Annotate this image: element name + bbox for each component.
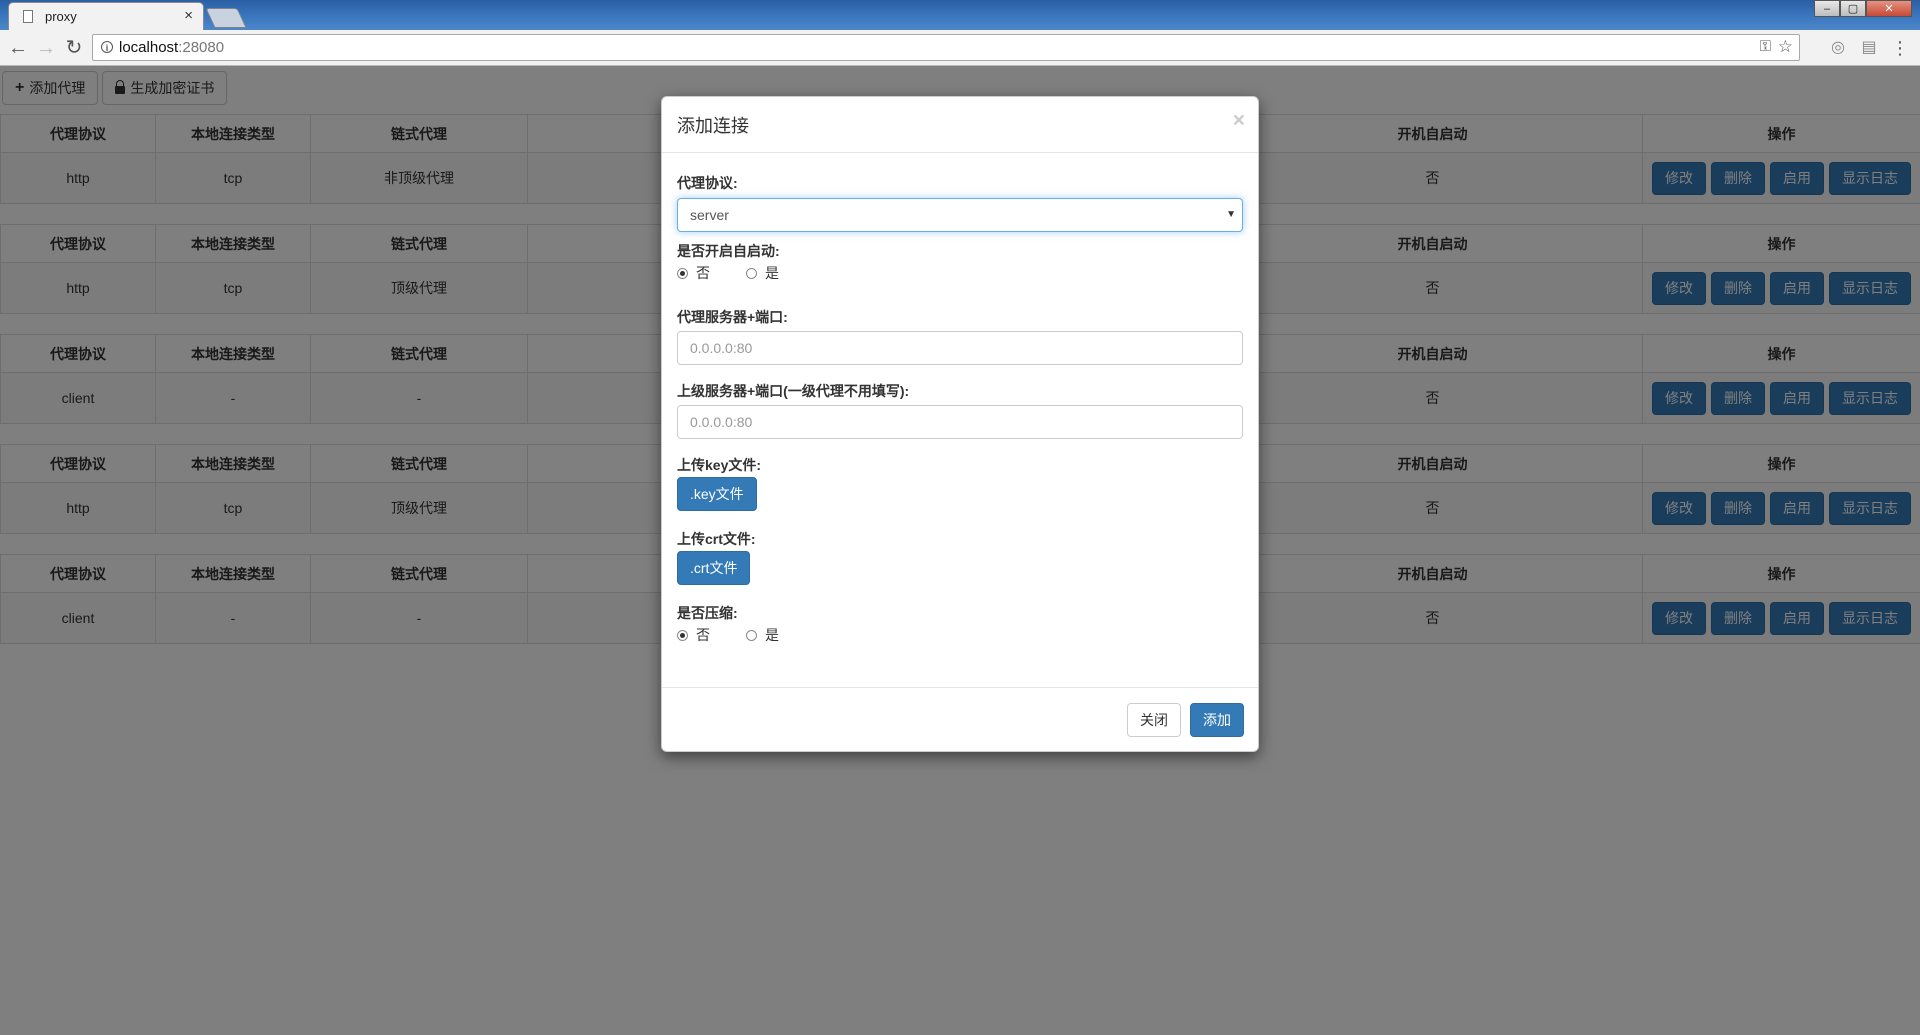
compress-no-label: 否	[696, 627, 710, 643]
modal-close-icon[interactable]: ×	[1233, 109, 1245, 133]
server-label: 代理服务器+端口:	[677, 309, 788, 325]
maximize-button[interactable]: ▢	[1840, 0, 1866, 17]
bookmark-star-icon[interactable]: ☆	[1778, 37, 1793, 57]
radio-unchecked-icon[interactable]	[746, 629, 757, 641]
url-text: localhost:28080	[119, 39, 225, 56]
info-icon[interactable]: i	[101, 41, 113, 53]
forward-icon[interactable]: →	[34, 36, 58, 60]
autostart-label: 是否开启自启动:	[677, 243, 780, 259]
browser-titlebar: proxy × – ▢ ✕	[0, 0, 1920, 30]
protocol-label: 代理协议:	[677, 175, 738, 191]
upstream-input[interactable]: 0.0.0.0:80	[677, 405, 1243, 439]
protocol-select[interactable]: server ▼	[677, 198, 1243, 232]
autostart-yes-label: 是	[765, 265, 779, 281]
address-bar[interactable]: i localhost:28080 ⚿ ☆	[92, 34, 1800, 61]
key-file-button[interactable]: .key文件	[677, 477, 757, 511]
extension-page-icon[interactable]: ▤	[1857, 36, 1881, 60]
crt-file-button[interactable]: .crt文件	[677, 551, 751, 585]
add-connection-modal: 添加连接 × 代理协议: server ▼ 是否开启自启动: 否 是 代理服务器…	[661, 96, 1259, 752]
autostart-radio-yes[interactable]: 是	[746, 263, 779, 283]
compress-radio-group: 否 是	[677, 625, 815, 645]
footer-buttons: 关闭 添加	[1127, 703, 1244, 737]
compress-radio-no[interactable]: 否	[677, 625, 710, 645]
minimize-button[interactable]: –	[1814, 0, 1840, 17]
reload-icon[interactable]: ↻	[62, 36, 86, 60]
compress-radio-yes[interactable]: 是	[746, 625, 779, 645]
tab-title: proxy	[45, 9, 77, 24]
radio-unchecked-icon[interactable]	[746, 267, 757, 279]
modal-footer: 关闭 添加	[662, 687, 1258, 751]
modal-header: 添加连接 ×	[662, 97, 1258, 153]
key-icon[interactable]: ⚿	[1760, 38, 1771, 55]
autostart-radio-no[interactable]: 否	[677, 263, 710, 283]
server-input[interactable]: 0.0.0.0:80	[677, 331, 1243, 365]
radio-checked-icon[interactable]	[677, 629, 688, 641]
compress-yes-label: 是	[765, 627, 779, 643]
window-controls: – ▢ ✕	[1814, 0, 1912, 18]
key-file-label: 上传key文件:	[677, 457, 762, 473]
browser-toolbar: ← → ↻ i localhost:28080 ⚿ ☆ ◎ ▤ ⋮	[0, 30, 1920, 66]
page-icon	[23, 10, 33, 23]
upstream-input-placeholder: 0.0.0.0:80	[690, 414, 753, 430]
extension-circle-icon[interactable]: ◎	[1826, 36, 1850, 60]
close-button[interactable]: 关闭	[1127, 703, 1181, 737]
add-button[interactable]: 添加	[1190, 703, 1244, 737]
caret-down-icon: ▼	[1226, 209, 1236, 220]
compress-label: 是否压缩:	[677, 605, 738, 621]
new-tab-button[interactable]	[205, 8, 247, 28]
autostart-radio-group: 否 是	[677, 263, 815, 283]
radio-checked-icon[interactable]	[677, 267, 688, 279]
modal-title: 添加连接	[677, 116, 749, 136]
back-icon[interactable]: ←	[6, 36, 30, 60]
menu-icon[interactable]: ⋮	[1888, 36, 1912, 60]
crt-file-label: 上传crt文件:	[677, 531, 756, 547]
browser-tab[interactable]: proxy ×	[8, 2, 204, 30]
protocol-select-value: server	[690, 207, 729, 223]
upstream-label: 上级服务器+端口(一级代理不用填写):	[677, 383, 910, 399]
tab-close-icon[interactable]: ×	[184, 7, 193, 24]
autostart-no-label: 否	[696, 265, 710, 281]
window-close-button[interactable]: ✕	[1866, 0, 1912, 17]
server-input-placeholder: 0.0.0.0:80	[690, 340, 753, 356]
